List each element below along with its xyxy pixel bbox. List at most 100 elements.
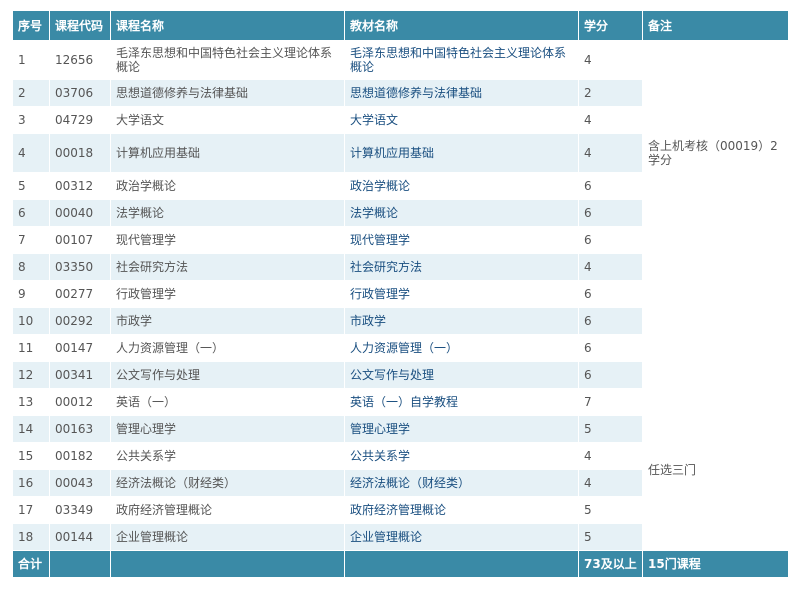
cell-no: 2 xyxy=(12,79,50,107)
cell-no: 17 xyxy=(12,496,50,524)
cell-credit: 5 xyxy=(578,523,643,551)
total-row: 合计 73及以上 15门课程 xyxy=(12,550,789,578)
cell-no: 14 xyxy=(12,415,50,443)
cell-no: 16 xyxy=(12,469,50,497)
cell-code: 03706 xyxy=(49,79,111,107)
table-footer: 合计 73及以上 15门课程 xyxy=(12,550,789,578)
header-textbook: 教材名称 xyxy=(344,10,579,41)
cell-credit: 2 xyxy=(578,79,643,107)
table-row: 5 00312 政治学概论 政治学概论 6 xyxy=(12,172,789,389)
total-label: 合计 xyxy=(12,550,50,578)
cell-code: 00012 xyxy=(49,388,111,416)
header-no: 序号 xyxy=(12,10,50,41)
cell-textbook: 人力资源管理（一） xyxy=(344,334,579,362)
cell-credit: 4 xyxy=(578,469,643,497)
cell-credit: 4 xyxy=(578,40,643,80)
cell-course-name: 市政学 xyxy=(110,307,345,335)
cell-credit: 6 xyxy=(578,226,643,254)
header-course-name: 课程名称 xyxy=(110,10,345,41)
cell-no: 5 xyxy=(12,172,50,200)
cell-textbook: 公共关系学 xyxy=(344,442,579,470)
cell-no: 1 xyxy=(12,40,50,80)
table-body: 1 12656 毛泽东思想和中国特色社会主义理论体系概论 毛泽东思想和中国特色社… xyxy=(12,40,789,551)
total-empty xyxy=(49,550,111,578)
cell-textbook: 政府经济管理概论 xyxy=(344,496,579,524)
cell-no: 15 xyxy=(12,442,50,470)
cell-textbook: 政治学概论 xyxy=(344,172,579,200)
cell-textbook: 管理心理学 xyxy=(344,415,579,443)
cell-note-empty xyxy=(642,172,789,389)
cell-textbook: 现代管理学 xyxy=(344,226,579,254)
cell-course-name: 英语（一） xyxy=(110,388,345,416)
cell-no: 11 xyxy=(12,334,50,362)
cell-textbook: 法学概论 xyxy=(344,199,579,227)
table-header: 序号 课程代码 课程名称 教材名称 学分 备注 xyxy=(12,10,789,41)
cell-no: 3 xyxy=(12,106,50,134)
cell-note-empty xyxy=(642,40,789,134)
cell-code: 00144 xyxy=(49,523,111,551)
cell-note-computer: 含上机考核（00019）2学分 xyxy=(642,133,789,173)
cell-no: 12 xyxy=(12,361,50,389)
cell-note-elective: 任选三门 xyxy=(642,388,789,551)
cell-textbook: 计算机应用基础 xyxy=(344,133,579,173)
cell-course-name: 公文写作与处理 xyxy=(110,361,345,389)
cell-course-name: 社会研究方法 xyxy=(110,253,345,281)
cell-textbook: 经济法概论（财经类） xyxy=(344,469,579,497)
cell-course-name: 公共关系学 xyxy=(110,442,345,470)
cell-credit: 5 xyxy=(578,496,643,524)
cell-course-name: 经济法概论（财经类） xyxy=(110,469,345,497)
header-code: 课程代码 xyxy=(49,10,111,41)
cell-credit: 6 xyxy=(578,172,643,200)
cell-no: 4 xyxy=(12,133,50,173)
cell-course-name: 企业管理概论 xyxy=(110,523,345,551)
table-row: 4 00018 计算机应用基础 计算机应用基础 4 含上机考核（00019）2学… xyxy=(12,133,789,173)
cell-code: 00018 xyxy=(49,133,111,173)
cell-course-name: 法学概论 xyxy=(110,199,345,227)
course-table: 序号 课程代码 课程名称 教材名称 学分 备注 1 12656 毛泽东思想和中国… xyxy=(12,10,789,578)
cell-no: 18 xyxy=(12,523,50,551)
cell-textbook: 企业管理概论 xyxy=(344,523,579,551)
cell-credit: 6 xyxy=(578,361,643,389)
cell-credit: 4 xyxy=(578,442,643,470)
total-courses: 15门课程 xyxy=(642,550,789,578)
cell-course-name: 人力资源管理（一） xyxy=(110,334,345,362)
cell-textbook: 市政学 xyxy=(344,307,579,335)
cell-course-name: 计算机应用基础 xyxy=(110,133,345,173)
cell-credit: 4 xyxy=(578,133,643,173)
cell-credit: 4 xyxy=(578,106,643,134)
cell-code: 03350 xyxy=(49,253,111,281)
cell-textbook: 大学语文 xyxy=(344,106,579,134)
cell-textbook: 行政管理学 xyxy=(344,280,579,308)
cell-code: 00147 xyxy=(49,334,111,362)
cell-code: 00292 xyxy=(49,307,111,335)
table-row: 13 00012 英语（一） 英语（一）自学教程 7 任选三门 xyxy=(12,388,789,551)
cell-code: 03349 xyxy=(49,496,111,524)
cell-code: 00341 xyxy=(49,361,111,389)
cell-textbook: 思想道德修养与法律基础 xyxy=(344,79,579,107)
cell-code: 00107 xyxy=(49,226,111,254)
total-empty xyxy=(110,550,345,578)
total-empty xyxy=(344,550,579,578)
cell-credit: 6 xyxy=(578,307,643,335)
cell-credit: 6 xyxy=(578,280,643,308)
cell-no: 8 xyxy=(12,253,50,281)
cell-textbook: 英语（一）自学教程 xyxy=(344,388,579,416)
cell-course-name: 毛泽东思想和中国特色社会主义理论体系概论 xyxy=(110,40,345,80)
header-note: 备注 xyxy=(642,10,789,41)
cell-course-name: 思想道德修养与法律基础 xyxy=(110,79,345,107)
cell-course-name: 政府经济管理概论 xyxy=(110,496,345,524)
cell-course-name: 大学语文 xyxy=(110,106,345,134)
cell-code: 00043 xyxy=(49,469,111,497)
cell-textbook: 公文写作与处理 xyxy=(344,361,579,389)
cell-textbook: 毛泽东思想和中国特色社会主义理论体系概论 xyxy=(344,40,579,80)
cell-textbook: 社会研究方法 xyxy=(344,253,579,281)
cell-credit: 7 xyxy=(578,388,643,416)
cell-no: 13 xyxy=(12,388,50,416)
cell-code: 12656 xyxy=(49,40,111,80)
cell-course-name: 现代管理学 xyxy=(110,226,345,254)
cell-no: 10 xyxy=(12,307,50,335)
cell-credit: 6 xyxy=(578,199,643,227)
cell-code: 00163 xyxy=(49,415,111,443)
cell-code: 00040 xyxy=(49,199,111,227)
cell-credit: 5 xyxy=(578,415,643,443)
